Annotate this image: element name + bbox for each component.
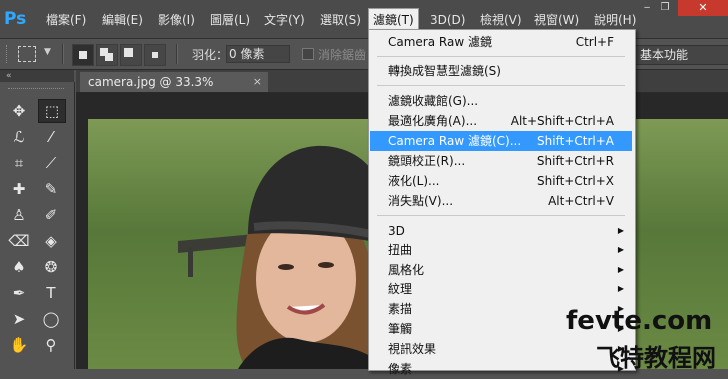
menu-layer[interactable]: 圖層(L): [206, 10, 254, 30]
brush-icon[interactable]: ✎: [38, 178, 64, 200]
submenu-arrow-icon: ▶: [617, 245, 624, 254]
menu-item-camera-raw-filter[interactable]: Camera Raw 濾鏡(C)... Shift+Ctrl+A: [370, 131, 632, 151]
menu-item-pixelate[interactable]: 像素 ▶: [370, 359, 632, 379]
type-icon[interactable]: T: [38, 282, 64, 304]
menu-view[interactable]: 檢視(V): [476, 10, 526, 30]
menu-item-3d[interactable]: 3D ▶: [370, 221, 632, 241]
marquee-preset-icon[interactable]: [18, 46, 36, 62]
close-tab-icon[interactable]: ×: [253, 72, 262, 92]
menu-separator: [377, 85, 625, 86]
healing-icon[interactable]: ✚: [6, 178, 32, 200]
menu-edit[interactable]: 編輯(E): [98, 10, 147, 30]
menu-file[interactable]: 檔案(F): [42, 10, 90, 30]
move-icon[interactable]: ✥: [6, 100, 32, 122]
crop-icon[interactable]: ⌗: [6, 152, 32, 174]
menu-item-texture[interactable]: 紋理 ▶: [370, 279, 632, 299]
antialias-label: 消除鋸齒: [318, 48, 367, 62]
chevron-down-icon[interactable]: ▼: [44, 47, 51, 57]
menu-item-stylize[interactable]: 風格化 ▶: [370, 260, 632, 280]
watermark-domain: fevte.com: [566, 306, 713, 336]
submenu-arrow-icon: ▶: [617, 226, 624, 235]
submenu-arrow-icon: ▶: [617, 265, 624, 274]
menu-select[interactable]: 選取(S): [316, 10, 365, 30]
eyedropper-icon[interactable]: ⟋: [38, 152, 64, 174]
history-brush-icon[interactable]: ✐: [38, 204, 64, 226]
menu-image[interactable]: 影像(I): [154, 10, 199, 30]
menu-separator: [377, 56, 625, 57]
marquee-icon[interactable]: ⬚: [38, 99, 66, 123]
workspace-select[interactable]: 基本功能: [634, 45, 728, 65]
options-grip[interactable]: [6, 45, 10, 63]
menu-item-convert-smart-filter[interactable]: 轉換成智慧型濾鏡(S): [370, 61, 632, 81]
menu-item-distort[interactable]: 扭曲 ▶: [370, 240, 632, 260]
stamp-icon[interactable]: ♙: [6, 204, 32, 226]
menu-item-filter-gallery[interactable]: 濾鏡收藏館(G)...: [370, 91, 632, 111]
sponge-icon[interactable]: ❂: [38, 256, 64, 278]
tools-panel-header[interactable]: «: [0, 70, 74, 82]
new-selection-button[interactable]: [72, 44, 94, 66]
blur-icon[interactable]: ♠: [6, 256, 32, 278]
submenu-arrow-icon: ▶: [617, 284, 624, 293]
ellipse-icon[interactable]: ◯: [38, 308, 64, 330]
feather-label: 羽化：: [192, 48, 229, 62]
menu-item-video[interactable]: 視訊效果 ▶: [370, 339, 632, 359]
magic-wand-icon[interactable]: ⁄: [38, 126, 64, 148]
path-select-icon[interactable]: ➤: [6, 308, 32, 330]
intersect-selection-button[interactable]: [144, 44, 166, 66]
hand-icon[interactable]: ✋: [6, 334, 32, 356]
menu-3d[interactable]: 3D(D): [426, 10, 469, 30]
menu-item-last-filter[interactable]: Camera Raw 濾鏡 Ctrl+F: [370, 32, 632, 52]
photoshop-logo: Ps: [4, 9, 27, 29]
restore-icon[interactable]: ❐: [658, 2, 672, 14]
menu-window[interactable]: 視窗(W): [530, 10, 583, 30]
menu-help[interactable]: 說明(H): [590, 10, 640, 30]
subtract-selection-button[interactable]: [120, 44, 142, 66]
feather-field[interactable]: 0 像素: [226, 45, 290, 63]
pen-icon[interactable]: ✒: [6, 282, 32, 304]
menu-separator: [377, 215, 625, 216]
paint-bucket-icon[interactable]: ◈: [38, 230, 64, 252]
close-window-button[interactable]: ✕: [678, 0, 728, 16]
antialias-checkbox[interactable]: [302, 48, 314, 60]
document-tab[interactable]: camera.jpg @ 33.3% (RGB/8#) ×: [80, 72, 268, 109]
menu-item-vanishing-point[interactable]: 消失點(V)... Alt+Ctrl+V: [370, 191, 632, 211]
divider: [62, 44, 64, 64]
zoom-icon[interactable]: ⚲: [38, 334, 64, 356]
lasso-icon[interactable]: ℒ: [6, 126, 32, 148]
menu-item-lens-correction[interactable]: 鏡頭校正(R)... Shift+Ctrl+R: [370, 151, 632, 171]
divider: [176, 44, 178, 64]
watermark-site-name: 飞特教程网: [596, 344, 716, 372]
menu-type[interactable]: 文字(Y): [260, 10, 309, 30]
tools-panel: ✥ ⬚ ℒ ⁄ ⌗ ⟋ ✚ ✎ ♙ ✐ ⌫ ◈ ♠ ❂ ✒ T ➤ ◯ ✋ ⚲: [0, 82, 75, 369]
tools-grip[interactable]: [8, 88, 64, 89]
add-selection-button[interactable]: [96, 44, 118, 66]
minimize-icon[interactable]: ‒: [640, 2, 654, 14]
menu-item-adaptive-wide-angle[interactable]: 最適化廣角(A)... Alt+Shift+Ctrl+A: [370, 111, 632, 131]
eraser-icon[interactable]: ⌫: [6, 230, 32, 252]
menu-item-liquify[interactable]: 液化(L)... Shift+Ctrl+X: [370, 171, 632, 191]
